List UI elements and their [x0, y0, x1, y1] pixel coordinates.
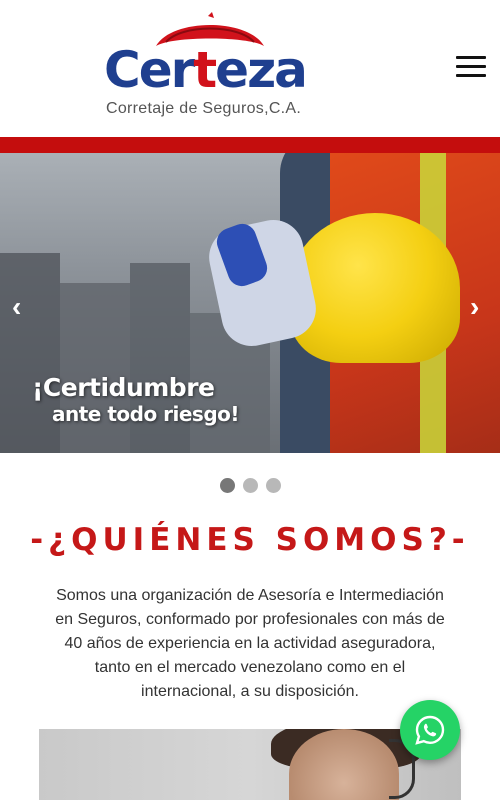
hero-headline: ¡Certidumbre ante todo riesgo! [32, 373, 240, 426]
slider-prev-arrow-icon[interactable]: ‹ [12, 293, 21, 321]
whatsapp-icon [415, 715, 445, 745]
hero-headline-line-2: ante todo riesgo! [52, 402, 240, 426]
header-divider-bar [0, 137, 500, 153]
slider-dot-2[interactable] [242, 478, 258, 493]
certeza-logo[interactable]: Certeza Corretaje de Seguros,C.A. [104, 12, 314, 122]
hero-slider: ¡Certidumbre ante todo riesgo! ‹ › [0, 153, 500, 453]
slider-dot-1[interactable] [219, 478, 235, 493]
site-header: Certeza Corretaje de Seguros,C.A. [0, 0, 500, 137]
about-title: -¿QUIÉNES SOMOS?- [30, 522, 470, 558]
slider-pagination [0, 478, 500, 496]
about-description: Somos una organización de Asesoría e Int… [55, 587, 445, 700]
whatsapp-button[interactable] [400, 700, 460, 760]
hamburger-menu-icon[interactable] [456, 56, 486, 80]
slider-dot-3[interactable] [265, 478, 281, 493]
background-building [60, 283, 130, 453]
team-photo [39, 729, 461, 800]
logo-subtitle: Corretaje de Seguros,C.A. [106, 100, 302, 117]
hero-headline-line-1: ¡Certidumbre [32, 373, 215, 402]
hard-hat [290, 213, 460, 363]
logo-wordmark: Certeza [104, 41, 308, 99]
slider-next-arrow-icon[interactable]: › [470, 293, 479, 321]
